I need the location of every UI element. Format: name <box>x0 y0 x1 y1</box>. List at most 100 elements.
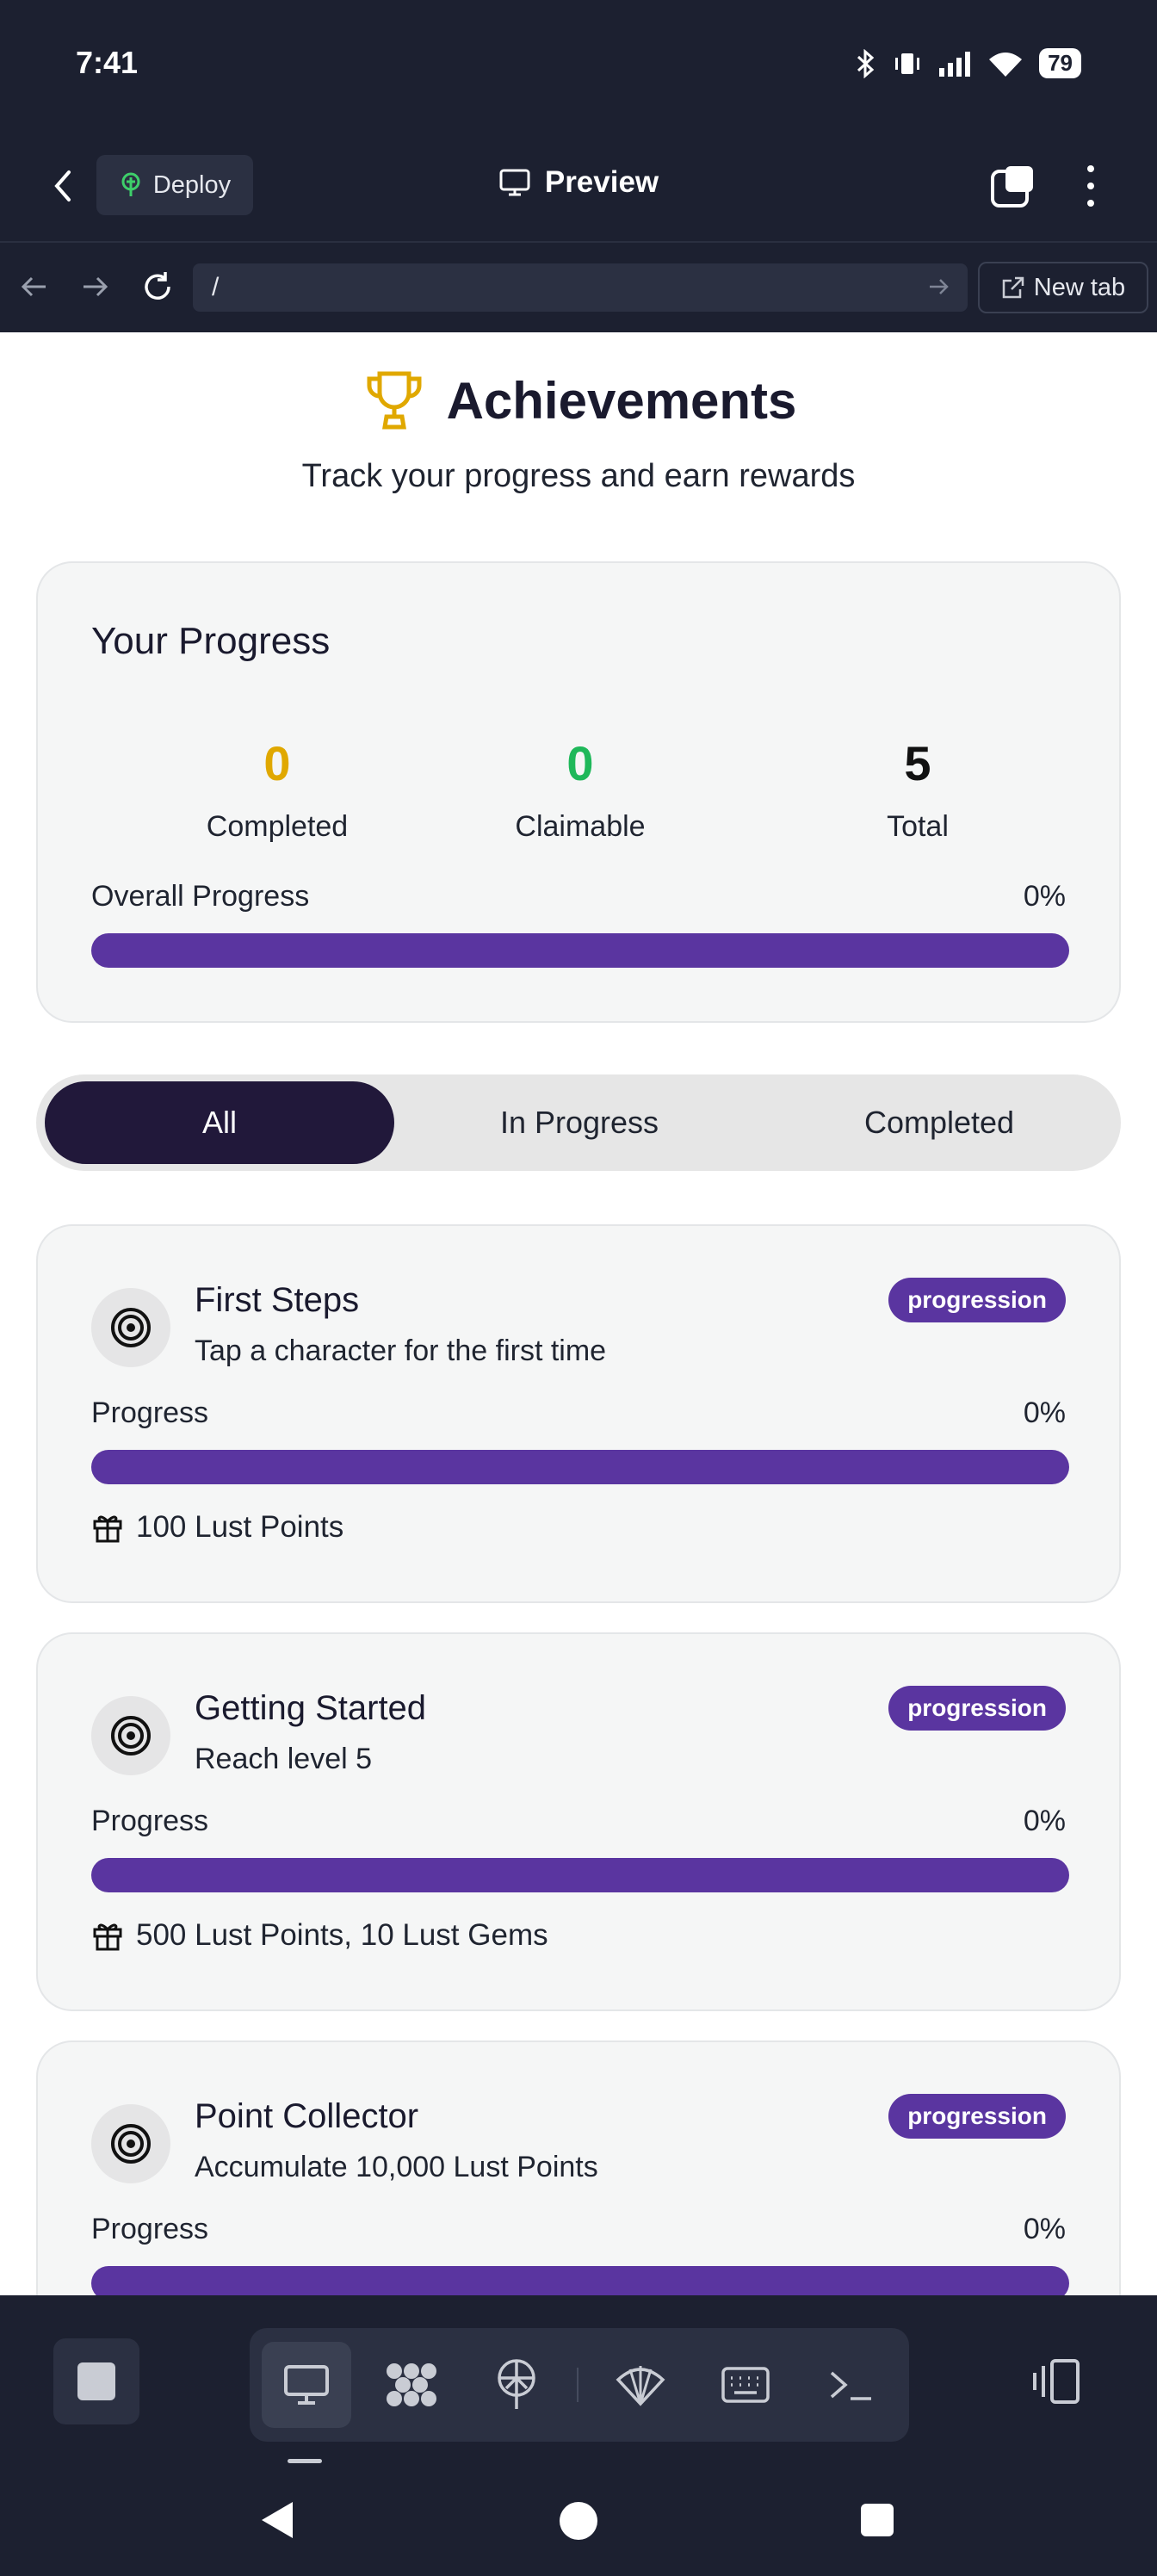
achievement-card[interactable]: Getting Started Reach level 5 progressio… <box>36 1632 1121 2011</box>
battery-indicator: 79 <box>1039 48 1081 78</box>
tabs-icon <box>991 166 1033 207</box>
achievement-description: Reach level 5 <box>195 1743 373 1775</box>
overall-progress-label: Overall Progress <box>91 880 310 913</box>
arrow-right-icon <box>84 276 108 297</box>
total-count: 5 <box>904 736 931 790</box>
achievement-progress-percent: 0% <box>1023 1805 1066 1837</box>
reward-text: 500 Lust Points, 10 Lust Gems <box>136 1918 548 1952</box>
active-indicator <box>288 2459 322 2463</box>
browser-forward-button[interactable] <box>74 265 117 308</box>
nav-home-button[interactable] <box>560 2502 597 2540</box>
nav-recents-button[interactable] <box>861 2504 894 2536</box>
go-arrow-icon[interactable] <box>928 274 950 300</box>
progress-summary-card: Your Progress 0 Completed 0 Claimable 5 … <box>36 561 1121 1023</box>
deploy-icon <box>498 2359 535 2409</box>
monitor-icon <box>284 2365 329 2405</box>
filter-tabs: All In Progress Completed <box>36 1074 1121 1171</box>
page-title: Achievements <box>446 371 797 430</box>
stop-icon <box>77 2362 115 2400</box>
tab-completed[interactable]: Completed <box>764 1081 1114 1164</box>
preview-tool-button[interactable] <box>262 2342 351 2428</box>
claimable-label: Claimable <box>515 810 646 843</box>
gift-icon <box>93 1923 122 1951</box>
external-link-icon <box>1002 276 1024 299</box>
category-badge: progression <box>888 1278 1066 1322</box>
tabs-button[interactable] <box>990 164 1036 210</box>
category-badge: progression <box>888 2094 1066 2139</box>
monitor-icon <box>499 169 530 196</box>
shell-tool-button[interactable] <box>596 2342 685 2428</box>
agent-tool-button[interactable] <box>367 2342 456 2428</box>
achievement-progress-label: Progress <box>91 1396 209 1429</box>
new-tab-label: New tab <box>1033 273 1126 301</box>
achievement-card[interactable]: Point Collector Accumulate 10,000 Lust P… <box>36 2040 1121 2295</box>
target-icon <box>111 1716 151 1756</box>
achievement-name: Point Collector <box>195 2097 419 2135</box>
achievement-progress-percent: 0% <box>1023 1396 1066 1429</box>
gift-icon <box>93 1515 122 1543</box>
nav-back-icon[interactable] <box>260 2500 294 2540</box>
terminal-icon <box>830 2371 871 2400</box>
preview-label: Preview <box>544 165 659 199</box>
vibrate-icon <box>895 53 920 74</box>
stop-button[interactable] <box>53 2338 139 2424</box>
achievement-icon <box>91 1288 170 1367</box>
bluetooth-icon <box>857 48 875 78</box>
system-nav-bar <box>0 2468 1157 2576</box>
title-row: Achievements <box>0 367 1157 434</box>
total-stat: 5 Total <box>789 735 1047 844</box>
url-text: / <box>212 273 220 301</box>
deployments-tool-button[interactable] <box>472 2342 561 2428</box>
layout-toggle-button[interactable] <box>1030 2354 1085 2409</box>
completed-count: 0 <box>263 736 291 790</box>
achievement-progress-bar <box>91 2266 1069 2295</box>
achievement-description: Accumulate 10,000 Lust Points <box>195 2151 598 2183</box>
claimable-count: 0 <box>566 736 594 790</box>
url-input[interactable]: / <box>193 263 968 312</box>
achievement-reward: 500 Lust Points, 10 Lust Gems <box>91 1918 548 1953</box>
wifi-icon <box>989 52 1023 77</box>
achievement-name: Getting Started <box>195 1689 427 1727</box>
achievement-reward: 100 Lust Points <box>91 1510 343 1545</box>
achievement-progress-label: Progress <box>91 1805 209 1837</box>
tool-group <box>250 2328 909 2442</box>
achievement-progress-bar <box>91 1858 1069 1892</box>
app-bar: Deploy Preview <box>0 129 1157 243</box>
tool-divider <box>577 2368 578 2402</box>
keyboard-tool-button[interactable] <box>701 2342 790 2428</box>
completed-stat: 0 Completed <box>148 735 406 844</box>
tab-all[interactable]: All <box>45 1081 394 1164</box>
shell-icon <box>616 2366 665 2406</box>
keyboard-icon <box>721 2367 770 2403</box>
achievement-card[interactable]: First Steps Tap a character for the firs… <box>36 1224 1121 1603</box>
achievement-name: First Steps <box>195 1281 360 1319</box>
preview-viewport: Achievements Track your progress and ear… <box>0 332 1157 2295</box>
browser-back-button[interactable] <box>12 265 55 308</box>
more-options-button[interactable] <box>1076 160 1105 212</box>
url-bar: / New tab <box>0 243 1157 332</box>
tab-in-progress[interactable]: In Progress <box>405 1081 754 1164</box>
claimable-stat: 0 Claimable <box>451 735 709 844</box>
achievement-progress-bar <box>91 1450 1069 1484</box>
overall-progress-bar <box>91 933 1069 968</box>
reload-icon <box>145 272 170 300</box>
dot <box>1087 200 1094 207</box>
total-label: Total <box>887 810 949 843</box>
dot <box>1087 183 1094 189</box>
page-subtitle: Track your progress and earn rewards <box>301 458 856 494</box>
overall-progress-percent: 0% <box>1023 880 1066 913</box>
new-tab-button[interactable]: New tab <box>978 262 1148 313</box>
achievement-progress-label: Progress <box>91 2213 209 2245</box>
split-view-icon <box>1033 2359 1080 2404</box>
signal-icon <box>939 51 971 77</box>
category-badge: progression <box>888 1686 1066 1731</box>
console-tool-button[interactable] <box>806 2342 895 2428</box>
tool-dock <box>0 2295 1157 2468</box>
reload-button[interactable] <box>136 265 179 308</box>
dot <box>1087 165 1094 172</box>
page-header: Achievements Track your progress and ear… <box>0 367 1157 495</box>
status-icons: 79 <box>855 48 1081 78</box>
achievement-description: Tap a character for the first time <box>195 1334 607 1367</box>
preview-title: Preview <box>0 165 1157 200</box>
achievement-icon <box>91 1696 170 1775</box>
